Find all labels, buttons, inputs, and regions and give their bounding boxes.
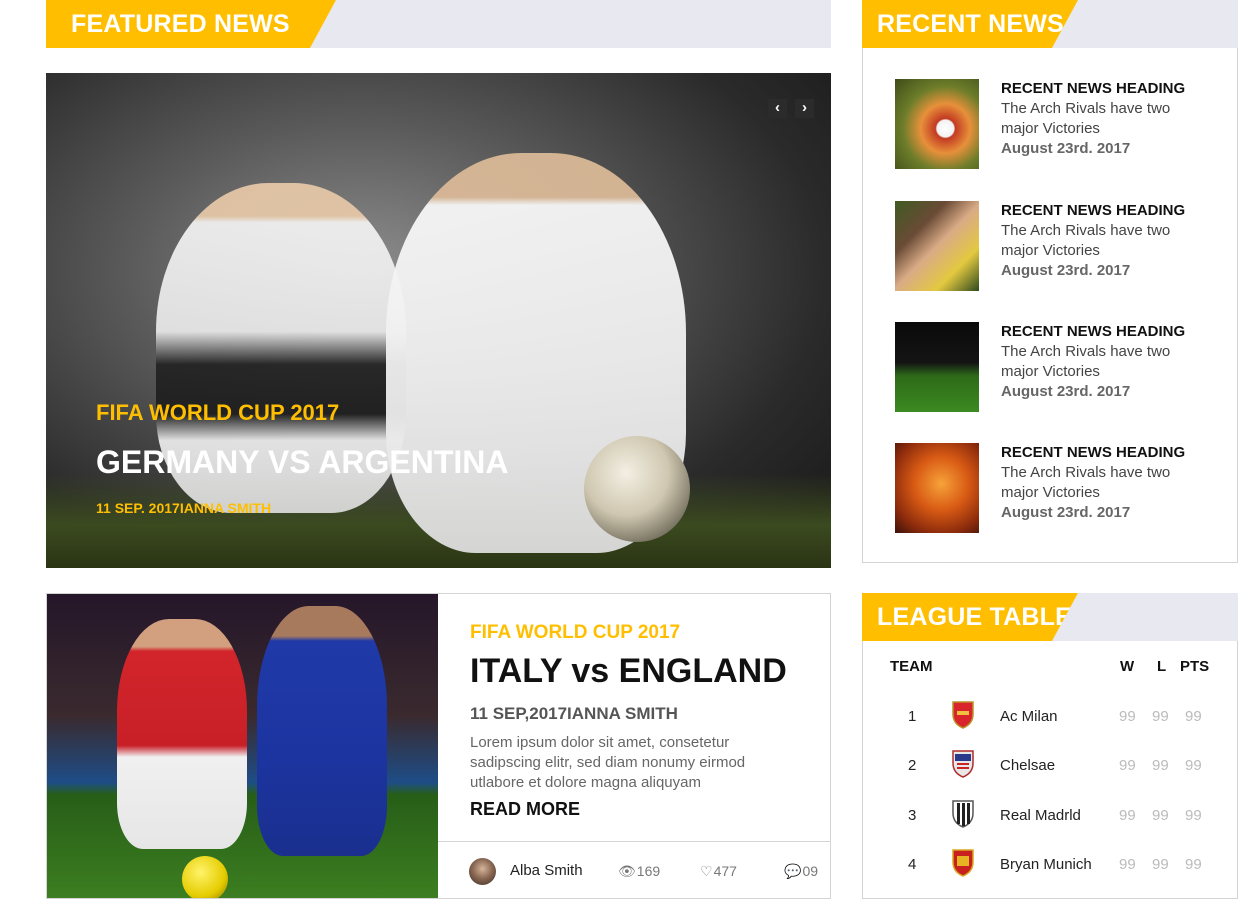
- featured-meta: 11 SEP. 2017IANNA SMITH: [96, 500, 272, 516]
- player-image-red: [117, 619, 247, 849]
- league-table-header: LEAGUE TABLE: [862, 593, 1238, 641]
- recent-news-date: August 23rd. 2017: [1001, 140, 1131, 157]
- team-losses: 99: [1152, 856, 1169, 873]
- table-row[interactable]: 3 Real Madrld 99 99 99: [863, 795, 1237, 835]
- recent-news-desc: The Arch Rivals have two major Victories: [1001, 100, 1171, 137]
- recent-news-thumbnail[interactable]: [895, 201, 979, 291]
- recent-news-thumbnail[interactable]: [895, 443, 979, 533]
- col-header-team: TEAM: [890, 658, 933, 675]
- recent-news-desc: The Arch Rivals have two major Victories: [1001, 343, 1171, 380]
- heart-icon: ♡: [700, 863, 713, 879]
- recent-news-date: August 23rd. 2017: [1001, 383, 1131, 400]
- recent-news-header: RECENT NEWS: [862, 0, 1238, 48]
- team-rank: 3: [908, 807, 917, 824]
- player-image-blue: [257, 606, 387, 856]
- recent-news-heading[interactable]: RECENT NEWS HEADING: [1001, 201, 1201, 221]
- team-name[interactable]: Real Madrld: [1000, 807, 1081, 824]
- featured-category[interactable]: FIFA WORLD CUP 2017: [96, 400, 339, 426]
- team-wins: 99: [1119, 856, 1136, 873]
- article-title[interactable]: ITALY vs ENGLAND: [470, 652, 787, 691]
- chevron-left-icon: ‹: [775, 99, 780, 116]
- team-rank: 4: [908, 856, 917, 873]
- recent-news-thumbnail[interactable]: [895, 79, 979, 169]
- recent-news-thumbnail[interactable]: [895, 322, 979, 412]
- team-losses: 99: [1152, 807, 1169, 824]
- football-image: [584, 436, 690, 542]
- team-rank: 2: [908, 757, 917, 774]
- recent-news-heading[interactable]: RECENT NEWS HEADING: [1001, 443, 1201, 463]
- team-wins: 99: [1119, 757, 1136, 774]
- article-category[interactable]: FIFA WORLD CUP 2017: [470, 622, 680, 644]
- recent-news-heading[interactable]: RECENT NEWS HEADING: [1001, 322, 1201, 342]
- recent-news-date: August 23rd. 2017: [1001, 504, 1131, 521]
- team-losses: 99: [1152, 757, 1169, 774]
- views-count: 👁169: [618, 863, 660, 880]
- col-header-losses: L: [1157, 658, 1167, 675]
- team-name[interactable]: Ac Milan: [1000, 708, 1058, 725]
- league-table-heading: LEAGUE TABLE: [877, 603, 1072, 631]
- team-points: 99: [1185, 708, 1202, 725]
- recent-news-item[interactable]: RECENT NEWS HEADING The Arch Rivals have…: [895, 443, 1225, 535]
- slider-next-button[interactable]: ›: [795, 99, 814, 118]
- league-table: TEAM W L PTS 1 Ac Milan 99 99 99 2 Chels…: [862, 641, 1238, 899]
- team-points: 99: [1185, 856, 1202, 873]
- recent-news-desc: The Arch Rivals have two major Victories: [1001, 222, 1171, 259]
- team-wins: 99: [1119, 807, 1136, 824]
- recent-news-date: August 23rd. 2017: [1001, 262, 1131, 279]
- eye-icon: 👁: [618, 863, 636, 879]
- team-points: 99: [1185, 757, 1202, 774]
- article-meta: 11 SEP,2017IANNA SMITH: [470, 704, 678, 723]
- table-row[interactable]: 4 Bryan Munich 99 99 99: [863, 844, 1237, 884]
- article-excerpt: Lorem ipsum dolor sit amet, consetetur s…: [470, 734, 746, 791]
- team-crest-icon: [952, 701, 974, 729]
- comment-icon: 💬: [784, 863, 802, 879]
- author-name[interactable]: Alba Smith: [510, 862, 583, 879]
- article-card: FIFA WORLD CUP 2017 ITALY vs ENGLAND 11 …: [46, 593, 831, 899]
- comments-count[interactable]: 💬09: [784, 863, 818, 880]
- team-crest-icon: [952, 849, 974, 877]
- recent-news-text: RECENT NEWS HEADING The Arch Rivals have…: [1001, 79, 1201, 159]
- likes-value: 477: [713, 863, 737, 879]
- featured-news-header: FEATURED NEWS: [46, 0, 831, 48]
- team-rank: 1: [908, 708, 917, 725]
- likes-count[interactable]: ♡477: [700, 863, 737, 880]
- featured-slider[interactable]: ‹ › FIFA WORLD CUP 2017 GERMANY VS ARGEN…: [46, 73, 831, 568]
- team-losses: 99: [1152, 708, 1169, 725]
- recent-news-heading[interactable]: RECENT NEWS HEADING: [1001, 79, 1201, 99]
- team-name[interactable]: Bryan Munich: [1000, 856, 1092, 873]
- featured-news-tab: FEATURED NEWS: [46, 0, 336, 48]
- featured-news-heading: FEATURED NEWS: [71, 10, 290, 38]
- team-crest-icon: [952, 800, 974, 828]
- recent-news-text: RECENT NEWS HEADING The Arch Rivals have…: [1001, 443, 1201, 523]
- recent-news-item[interactable]: RECENT NEWS HEADING The Arch Rivals have…: [895, 201, 1225, 293]
- col-header-wins: W: [1120, 658, 1135, 675]
- views-value: 169: [636, 863, 661, 879]
- author-avatar[interactable]: [469, 858, 496, 885]
- team-points: 99: [1185, 807, 1202, 824]
- recent-news-desc: The Arch Rivals have two major Victories: [1001, 464, 1171, 501]
- article-footer: Alba Smith 👁169 ♡477 💬09: [438, 841, 830, 898]
- table-row[interactable]: 2 Chelsae 99 99 99: [863, 745, 1237, 785]
- recent-news-item[interactable]: RECENT NEWS HEADING The Arch Rivals have…: [895, 79, 1225, 171]
- team-crest-icon: [952, 750, 974, 778]
- chevron-right-icon: ›: [802, 99, 807, 116]
- comments-value: 09: [802, 863, 819, 879]
- table-row[interactable]: 1 Ac Milan 99 99 99: [863, 696, 1237, 736]
- slider-prev-button[interactable]: ‹: [768, 99, 787, 118]
- football-image: [182, 856, 228, 898]
- team-name[interactable]: Chelsae: [1000, 757, 1055, 774]
- featured-title[interactable]: GERMANY VS ARGENTINA: [96, 444, 508, 481]
- read-more-link[interactable]: READ MORE: [470, 799, 580, 820]
- recent-news-tab: RECENT NEWS: [862, 0, 1078, 48]
- team-wins: 99: [1119, 708, 1136, 725]
- recent-news-item[interactable]: RECENT NEWS HEADING The Arch Rivals have…: [895, 322, 1225, 414]
- recent-news-list: RECENT NEWS HEADING The Arch Rivals have…: [862, 48, 1238, 563]
- league-table-tab: LEAGUE TABLE: [862, 593, 1078, 641]
- article-thumbnail[interactable]: [47, 594, 438, 898]
- col-header-points: PTS: [1180, 658, 1210, 675]
- recent-news-text: RECENT NEWS HEADING The Arch Rivals have…: [1001, 201, 1201, 281]
- recent-news-heading: RECENT NEWS: [877, 10, 1064, 38]
- recent-news-text: RECENT NEWS HEADING The Arch Rivals have…: [1001, 322, 1201, 402]
